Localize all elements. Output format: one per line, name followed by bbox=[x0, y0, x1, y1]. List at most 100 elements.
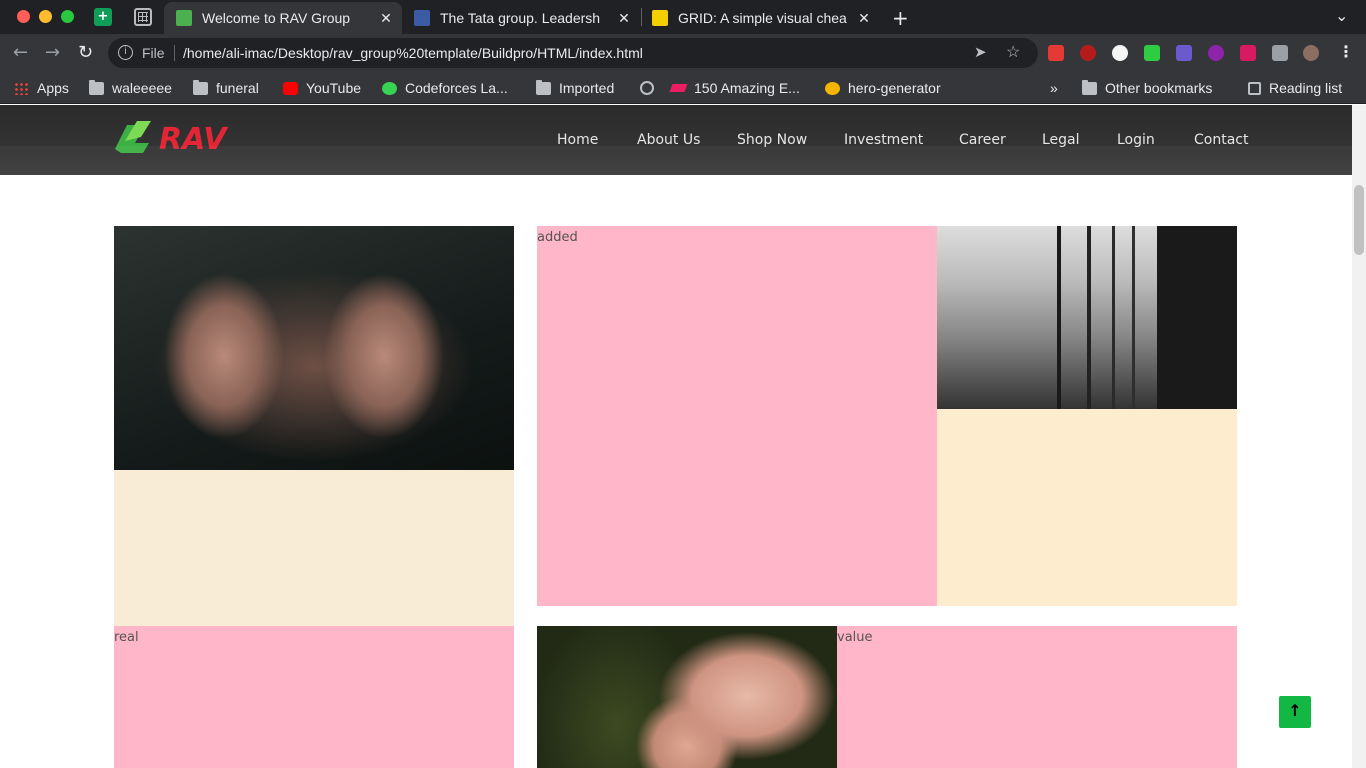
bookmark-hero-generator[interactable]: hero-generator bbox=[825, 77, 941, 99]
forward-arrow-icon[interactable]: → bbox=[45, 42, 60, 63]
folder-icon bbox=[536, 79, 551, 95]
hero-icon bbox=[825, 81, 840, 95]
browser-menu-icon[interactable]: ⋮ bbox=[1338, 42, 1354, 61]
site-header: RAV Home About Us Shop Now Investment Ca… bbox=[0, 105, 1352, 175]
pink-block-added: added bbox=[537, 226, 937, 606]
bookmark-label: Imported bbox=[559, 80, 615, 96]
extension-icon[interactable] bbox=[1208, 45, 1224, 61]
bookmark-150-amazing[interactable]: 150 Amazing E... bbox=[669, 77, 800, 99]
url-divider bbox=[174, 45, 175, 61]
tab-grid-cheatsheet[interactable]: GRID: A simple visual chea ✕ bbox=[640, 2, 880, 34]
bookmark-globe[interactable] bbox=[640, 77, 662, 99]
bookmark-label: Apps bbox=[37, 80, 69, 96]
nav-home[interactable]: Home bbox=[557, 132, 598, 148]
profile-avatar[interactable] bbox=[1303, 45, 1319, 61]
codeforces-icon bbox=[382, 81, 397, 95]
bookmark-label: YouTube bbox=[306, 80, 362, 96]
extension-icon[interactable] bbox=[1144, 45, 1160, 61]
scrollbar-thumb[interactable] bbox=[1354, 185, 1364, 255]
close-window-button[interactable] bbox=[17, 10, 30, 23]
new-tab-button[interactable]: + bbox=[892, 6, 909, 30]
tab-welcome-rav[interactable]: Welcome to RAV Group ✕ bbox=[164, 2, 402, 34]
bookmark-label: funeral bbox=[216, 80, 259, 96]
extension-icon[interactable] bbox=[1048, 45, 1064, 61]
cream-block-right bbox=[937, 409, 1237, 606]
bookmark-label: Codeforces La... bbox=[405, 80, 508, 96]
apps-grid-icon bbox=[14, 81, 29, 95]
back-to-top-button[interactable]: ↑ bbox=[1279, 696, 1311, 728]
pink-block-value: value bbox=[837, 626, 1237, 768]
puzzle-extensions-icon[interactable] bbox=[1272, 45, 1288, 61]
hands-water-image bbox=[114, 226, 514, 470]
rav-logo[interactable]: RAV bbox=[115, 119, 265, 153]
overflow-label: » bbox=[1050, 80, 1058, 96]
bookmark-folder-imported[interactable]: Imported bbox=[536, 77, 614, 99]
grid-label-value: value bbox=[837, 630, 873, 645]
nav-contact[interactable]: Contact bbox=[1194, 132, 1248, 148]
bookmark-label: Other bookmarks bbox=[1105, 80, 1213, 96]
bookmark-label: waleeeee bbox=[112, 80, 172, 96]
grid-label-real: real bbox=[114, 630, 139, 645]
grid-label-added: added bbox=[537, 230, 578, 245]
bookmark-label: 150 Amazing E... bbox=[694, 80, 800, 96]
extension-icon[interactable] bbox=[1112, 45, 1128, 61]
pink-block-real: real bbox=[114, 626, 514, 768]
folder-icon bbox=[193, 79, 208, 95]
page-scrollbar[interactable] bbox=[1352, 105, 1366, 768]
logo-text: RAV bbox=[159, 122, 229, 153]
pinned-calendar-tab[interactable] bbox=[134, 8, 152, 26]
nav-career[interactable]: Career bbox=[959, 132, 1006, 148]
extension-icon[interactable] bbox=[1176, 45, 1192, 61]
arrow-up-icon: ↑ bbox=[1288, 701, 1302, 720]
address-bar[interactable]: i File /home/ali-imac/Desktop/rav_group%… bbox=[108, 38, 1038, 68]
reading-list-icon bbox=[1248, 81, 1261, 95]
bookmark-label: hero-generator bbox=[848, 80, 941, 96]
bookmark-label: Reading list bbox=[1269, 80, 1343, 96]
browser-toolbar: ← → ↻ i File /home/ali-imac/Desktop/rav_… bbox=[0, 34, 1366, 72]
close-tab-icon[interactable]: ✕ bbox=[854, 10, 874, 27]
reload-icon[interactable]: ↻ bbox=[78, 42, 93, 63]
nav-about-us[interactable]: About Us bbox=[637, 132, 700, 148]
youtube-icon bbox=[283, 81, 298, 95]
page-viewport: RAV Home About Us Shop Now Investment Ca… bbox=[0, 105, 1352, 768]
back-arrow-icon[interactable]: ← bbox=[13, 42, 28, 63]
extension-icon[interactable] bbox=[1080, 45, 1096, 61]
tab-search-chevron-icon[interactable]: ⌄ bbox=[1335, 6, 1348, 25]
bookmark-codeforces[interactable]: Codeforces La... bbox=[382, 77, 508, 99]
close-tab-icon[interactable]: ✕ bbox=[614, 10, 634, 27]
rav-favicon-icon bbox=[176, 10, 192, 26]
building-corridor-image bbox=[937, 226, 1237, 409]
reading-list-button[interactable]: Reading list bbox=[1248, 77, 1342, 99]
maximize-window-button[interactable] bbox=[61, 10, 74, 23]
bookmark-apps[interactable]: Apps bbox=[14, 77, 69, 99]
bookmark-folder-funeral[interactable]: funeral bbox=[193, 77, 259, 99]
globe-icon bbox=[640, 81, 654, 95]
bookmarks-bar: Apps waleeeee funeral YouTube Codeforces… bbox=[0, 72, 1366, 104]
close-tab-icon[interactable]: ✕ bbox=[376, 10, 396, 27]
grid-favicon-icon bbox=[652, 10, 668, 26]
tab-title: The Tata group. Leadersh bbox=[440, 10, 601, 26]
bookmark-star-icon[interactable]: ☆ bbox=[1006, 42, 1020, 62]
browser-tab-bar: + Welcome to RAV Group ✕ The Tata group.… bbox=[0, 0, 1366, 34]
bookmark-folder-waleeeee[interactable]: waleeeee bbox=[89, 77, 172, 99]
nav-legal[interactable]: Legal bbox=[1042, 132, 1080, 148]
site-info-icon[interactable]: i bbox=[118, 45, 133, 60]
url-text[interactable]: /home/ali-imac/Desktop/rav_group%20templ… bbox=[183, 45, 643, 61]
send-icon[interactable]: ➤ bbox=[974, 43, 987, 61]
bookmark-youtube[interactable]: YouTube bbox=[283, 77, 361, 99]
cream-block-left bbox=[114, 470, 514, 626]
pinned-sheets-tab[interactable]: + bbox=[94, 8, 112, 26]
folder-icon bbox=[1082, 79, 1097, 95]
nav-login[interactable]: Login bbox=[1117, 132, 1155, 148]
minimize-window-button[interactable] bbox=[39, 10, 52, 23]
tab-tata-group[interactable]: The Tata group. Leadersh ✕ bbox=[402, 2, 640, 34]
nav-investment[interactable]: Investment bbox=[844, 132, 923, 148]
bookmark-other[interactable]: Other bookmarks bbox=[1082, 77, 1212, 99]
nav-shop-now[interactable]: Shop Now bbox=[737, 132, 807, 148]
tata-favicon-icon bbox=[414, 10, 430, 26]
folder-icon bbox=[89, 79, 104, 95]
bookmarks-overflow-chevron-icon[interactable]: » bbox=[1050, 77, 1058, 99]
url-scheme: File bbox=[142, 45, 165, 61]
extension-icon[interactable] bbox=[1240, 45, 1256, 61]
webflow-icon bbox=[669, 84, 688, 92]
